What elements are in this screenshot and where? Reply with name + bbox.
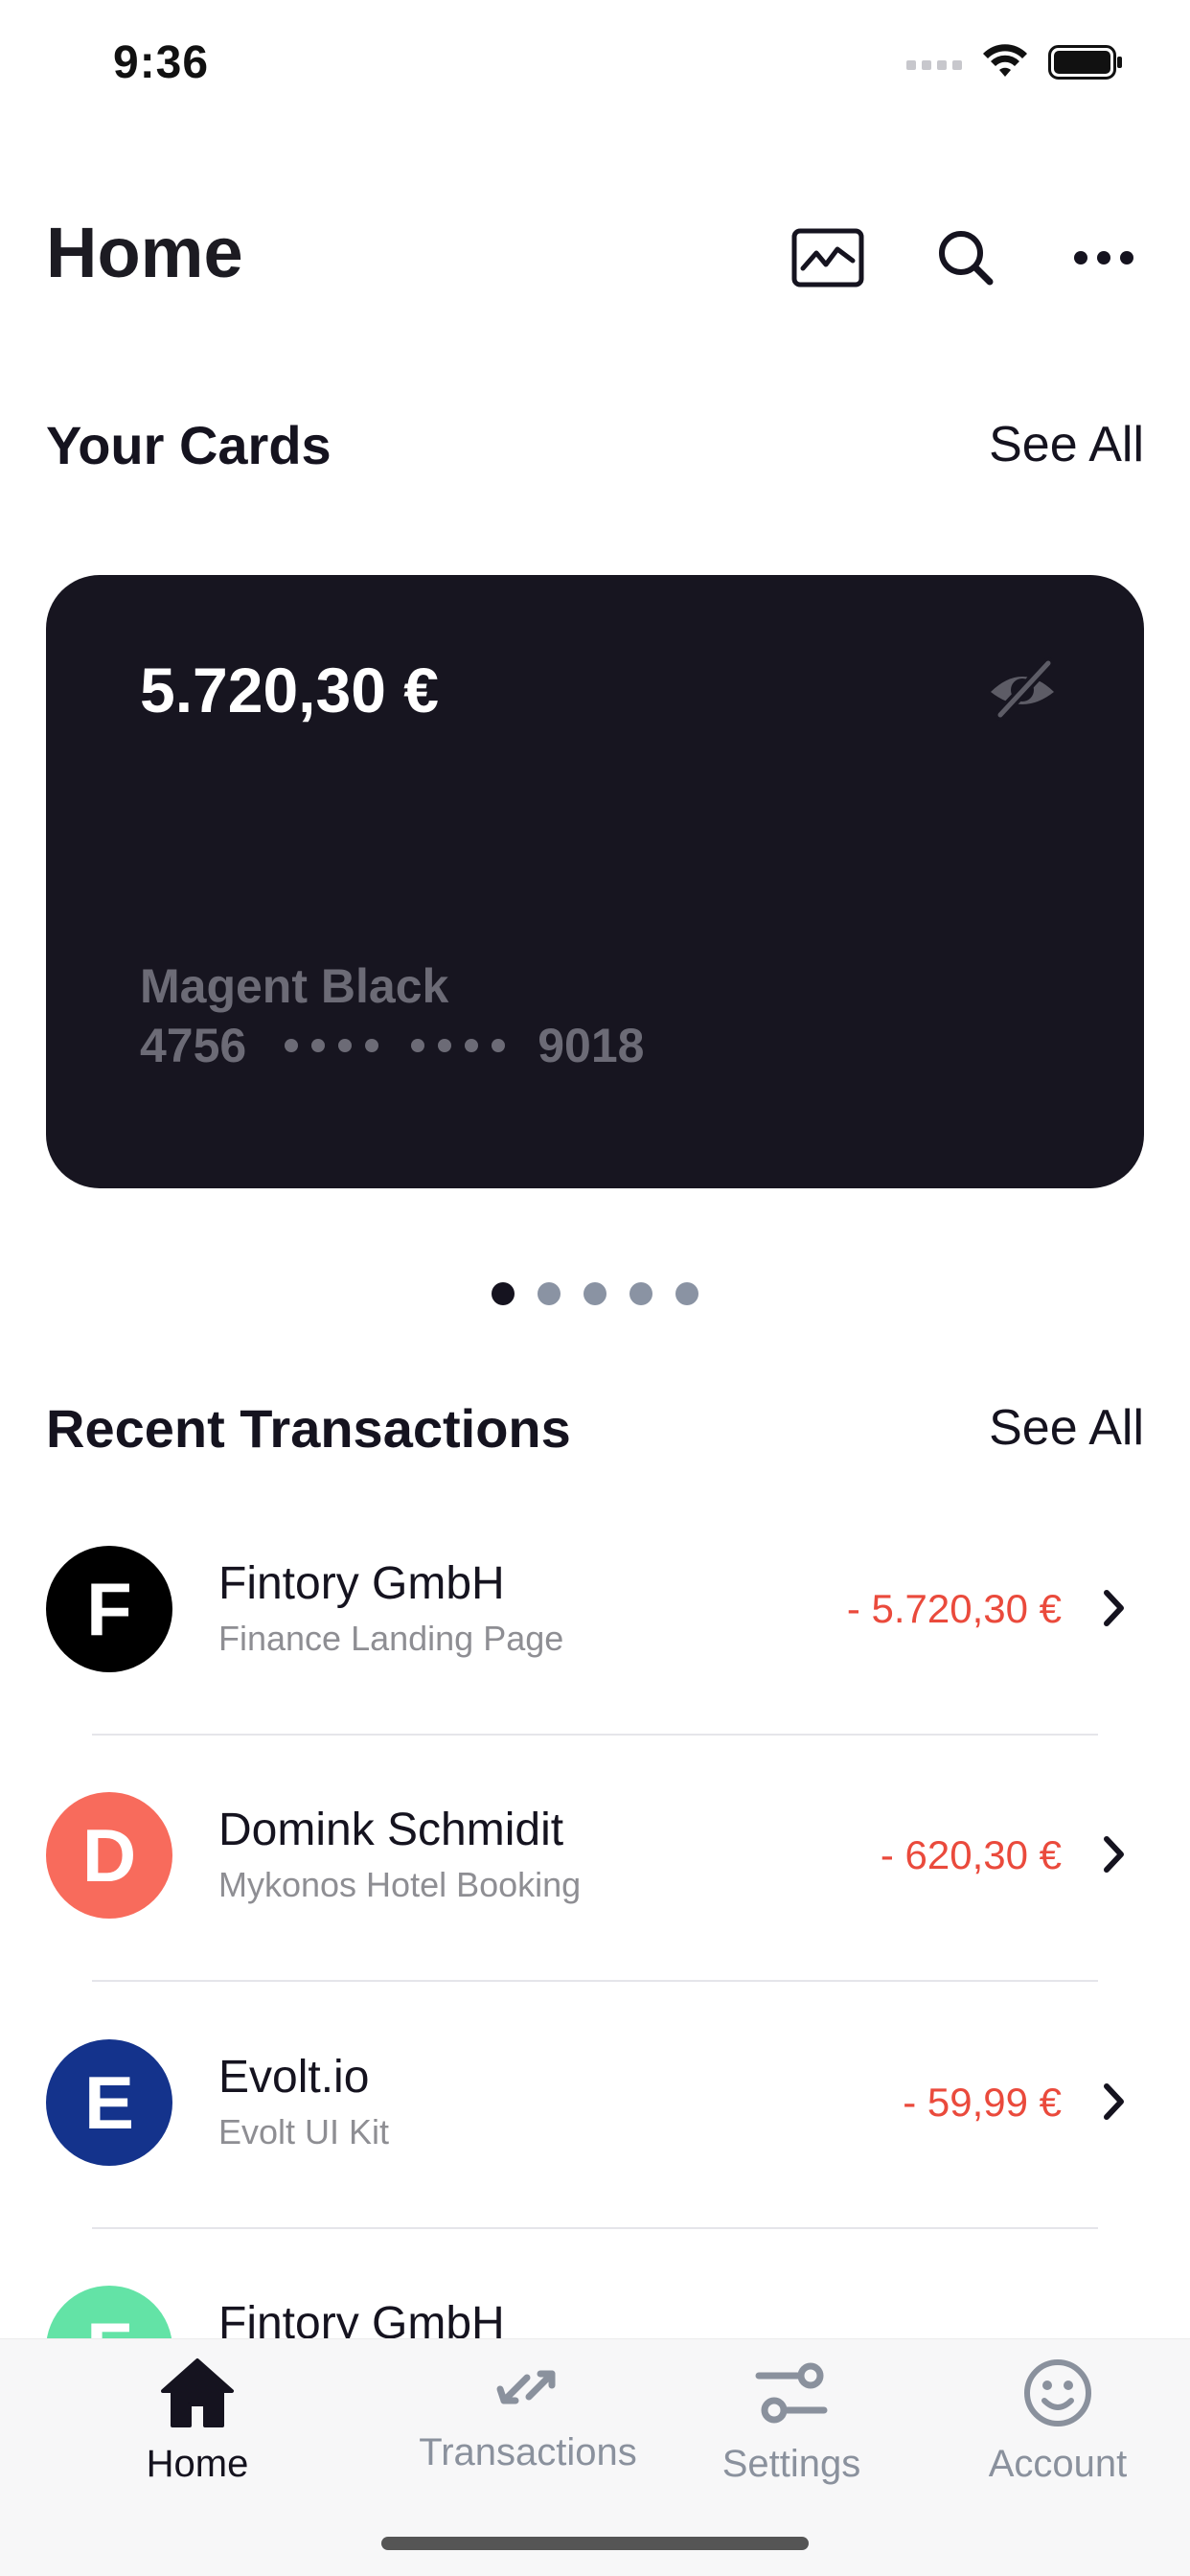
more-icon — [1074, 251, 1133, 264]
pager-dot[interactable] — [584, 1282, 606, 1305]
transaction-title: Evolt.io — [218, 2052, 370, 2103]
card-pager — [0, 1282, 1190, 1305]
status-bar: 9:36 — [0, 0, 1190, 125]
transaction-amount: - 59,99 € — [903, 2080, 1062, 2125]
transaction-row[interactable]: D Domink Schmidit Mykonos Hotel Booking … — [46, 1792, 1144, 1982]
search-button[interactable] — [926, 218, 1006, 298]
cards-see-all-link[interactable]: See All — [989, 416, 1144, 473]
transaction-subtitle: Mykonos Hotel Booking — [218, 1865, 582, 1904]
chart-icon — [791, 228, 864, 288]
card-name: Magent Black — [140, 959, 449, 1013]
card-number-start: 4756 — [140, 1019, 247, 1072]
divider — [92, 1734, 1098, 1736]
tab-account[interactable]: Account — [938, 2357, 1178, 2486]
chevron-right-icon — [1104, 2083, 1124, 2120]
tab-transactions[interactable]: Transactions — [408, 2357, 648, 2474]
tab-label: Home — [146, 2443, 249, 2485]
transaction-avatar: D — [46, 1792, 172, 1919]
transaction-subtitle: Evolt UI Kit — [218, 2112, 390, 2151]
smiley-icon — [1024, 2359, 1091, 2426]
pager-dot[interactable] — [629, 1282, 652, 1305]
pager-dot[interactable] — [492, 1282, 515, 1305]
transaction-avatar: E — [46, 2039, 172, 2166]
pager-dot[interactable] — [675, 1282, 698, 1305]
more-button[interactable] — [1064, 218, 1144, 298]
tab-label: Transactions — [419, 2431, 637, 2473]
status-icons — [906, 44, 1123, 80]
transaction-title: Domink Schmidit — [218, 1805, 564, 1855]
tab-settings[interactable]: Settings — [672, 2357, 911, 2486]
signal-icon — [906, 60, 962, 70]
header-actions — [788, 218, 1144, 298]
transaction-amount: - 620,30 € — [880, 1832, 1062, 1877]
pager-dot[interactable] — [538, 1282, 561, 1305]
cards-section-title: Your Cards — [46, 415, 332, 475]
transactions-see-all-link[interactable]: See All — [989, 1399, 1144, 1457]
hide-balance-button[interactable] — [987, 657, 1058, 725]
divider — [92, 1980, 1098, 1982]
card-balance: 5.720,30 € — [140, 655, 439, 725]
page-title: Home — [46, 213, 243, 292]
status-time: 9:36 — [113, 37, 210, 88]
header: Home — [46, 206, 1144, 302]
card-number: 4756 9018 — [140, 1018, 644, 1073]
eye-off-icon — [991, 657, 1054, 721]
transaction-amount: - 5.720,30 € — [846, 1586, 1062, 1631]
transaction-avatar: F — [46, 1546, 172, 1672]
transactions-section-title: Recent Transactions — [46, 1398, 571, 1459]
tab-label: Settings — [721, 2443, 861, 2485]
cards-section-header: Your Cards See All — [46, 414, 1144, 481]
home-icon — [161, 2358, 234, 2427]
transaction-title: Fintory GmbH — [218, 1558, 505, 1609]
analytics-button[interactable] — [788, 218, 868, 298]
battery-icon — [1048, 45, 1122, 80]
transactions-section-header: Recent Transactions See All — [46, 1397, 1144, 1464]
chevron-right-icon — [1104, 1836, 1124, 1873]
divider — [92, 2227, 1098, 2229]
card-number-end: 9018 — [538, 1019, 645, 1072]
tab-label: Account — [988, 2443, 1128, 2485]
transaction-row[interactable]: E Evolt.io Evolt UI Kit - 59,99 € — [46, 2039, 1144, 2229]
tab-home[interactable]: Home — [78, 2357, 317, 2486]
bank-card[interactable]: 5.720,30 € Magent Black 4756 9018 — [46, 575, 1144, 1188]
transfer-arrows-icon — [496, 2370, 556, 2404]
search-icon — [939, 231, 994, 286]
card-number-mask — [411, 1039, 506, 1052]
transaction-row[interactable]: F Fintory GmbH Finance Landing Page - 5.… — [46, 1546, 1144, 1736]
wifi-icon — [983, 44, 1027, 77]
sliders-icon — [755, 2362, 828, 2424]
transaction-subtitle: Finance Landing Page — [218, 1619, 564, 1658]
card-number-mask — [285, 1039, 379, 1052]
chevron-right-icon — [1104, 1590, 1124, 1626]
home-indicator — [381, 2537, 809, 2550]
